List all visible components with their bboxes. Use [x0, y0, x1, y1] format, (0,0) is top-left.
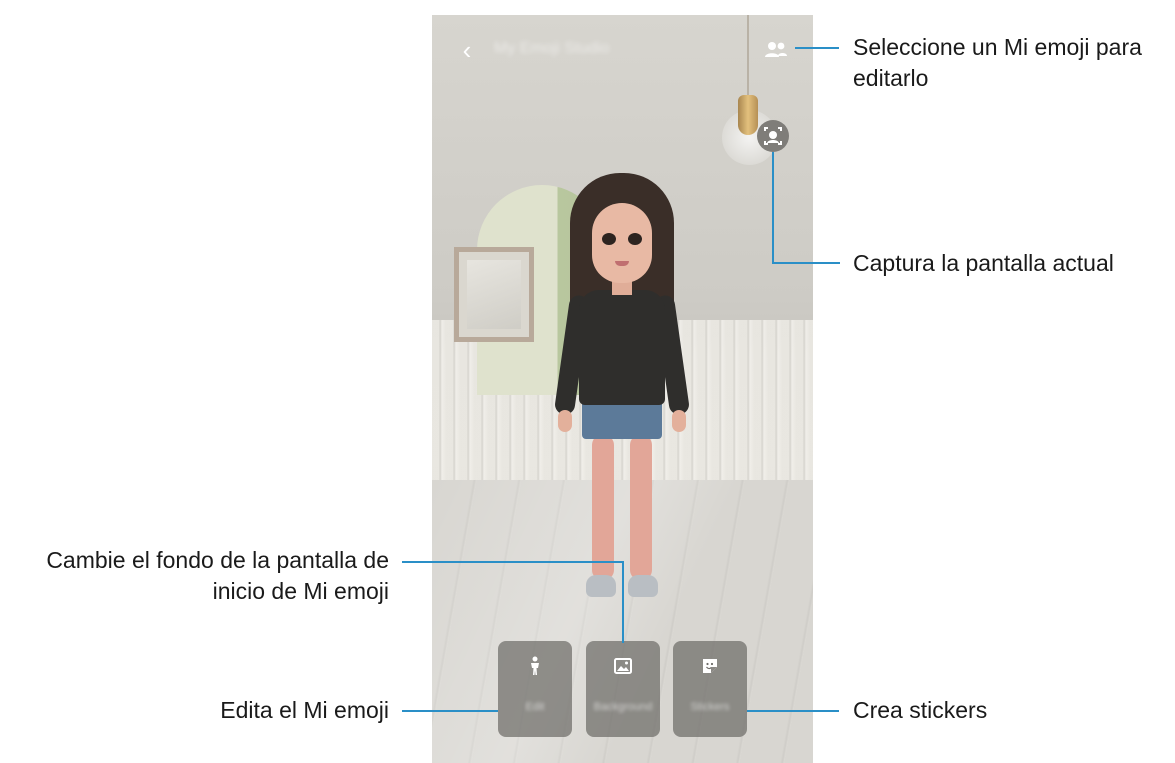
callout-line-capture-horizontal: [772, 262, 840, 264]
background-button[interactable]: Background: [586, 641, 660, 737]
avatar-eye-right: [628, 233, 642, 245]
avatar-leg-left: [592, 435, 614, 580]
stickers-button-label: Stickers: [690, 701, 730, 713]
my-emoji-avatar[interactable]: [552, 165, 692, 605]
people-icon[interactable]: [763, 37, 789, 63]
callout-line-capture-vertical: [772, 152, 774, 264]
callout-line-stickers: [747, 710, 839, 712]
callout-stickers: Crea stickers: [853, 697, 988, 723]
edit-button[interactable]: Edit: [498, 641, 572, 737]
person-icon: [524, 655, 546, 677]
callout-capture: Captura la pantalla actual: [853, 250, 1114, 276]
phone-screen: ‹ My Emoji Studio Edit Background Sticke…: [432, 15, 813, 763]
avatar-shoe-right: [628, 575, 658, 597]
avatar-face: [592, 203, 652, 283]
callout-select-emoji-line1: Seleccione un Mi emoji para: [853, 34, 1142, 60]
callout-line-background-horizontal: [402, 561, 624, 563]
callout-background-line2: inicio de Mi emoji: [212, 578, 389, 604]
avatar-eye-left: [602, 233, 616, 245]
top-bar: ‹ My Emoji Studio: [432, 15, 813, 85]
back-arrow-icon[interactable]: ‹: [452, 35, 482, 65]
stickers-button[interactable]: Stickers: [673, 641, 747, 737]
callout-select-emoji-line2: editarlo: [853, 65, 929, 91]
callout-line-background-vertical: [622, 561, 624, 643]
callout-background-line1: Cambie el fondo de la pantalla de: [46, 547, 389, 573]
avatar-mouth: [615, 261, 629, 266]
callout-line-select-emoji: [795, 47, 839, 49]
avatar-leg-right: [630, 435, 652, 580]
callout-line-edit: [402, 710, 498, 712]
image-icon: [612, 655, 634, 677]
callout-edit: Edita el Mi emoji: [220, 697, 389, 723]
face-capture-icon[interactable]: [757, 120, 789, 152]
avatar-hand-left: [558, 410, 572, 432]
picture-frame: [454, 247, 534, 342]
sticker-icon: [699, 655, 721, 677]
avatar-shoe-left: [586, 575, 616, 597]
avatar-hand-right: [672, 410, 686, 432]
avatar-sweater: [579, 290, 665, 405]
edit-button-label: Edit: [525, 701, 545, 713]
lamp-bulb: [738, 95, 758, 135]
page-title: My Emoji Studio: [494, 40, 610, 57]
background-button-label: Background: [593, 701, 653, 713]
